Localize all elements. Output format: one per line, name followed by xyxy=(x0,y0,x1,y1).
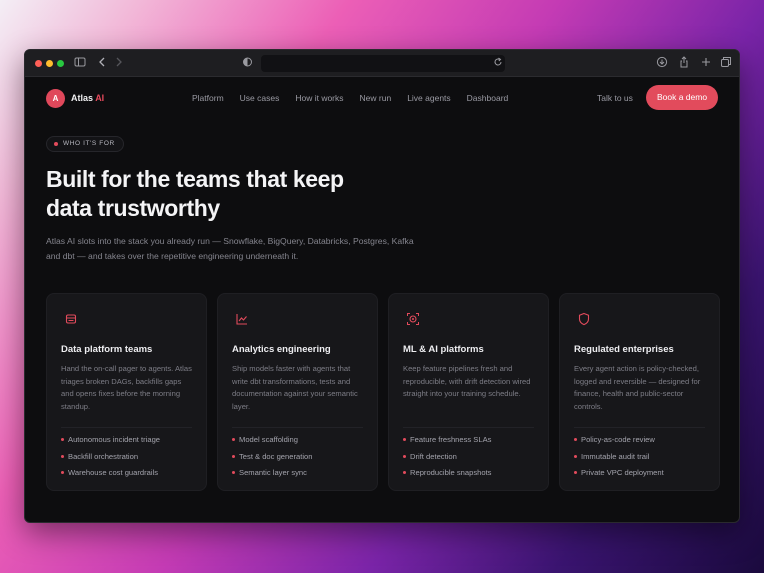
hero-title: Built for the teams that keep data trust… xyxy=(46,166,344,221)
bullet-dot xyxy=(403,454,406,458)
list-item: Backfill orchestration xyxy=(61,452,160,469)
minimize-window-button[interactable] xyxy=(46,60,53,67)
list-item: Private VPC deployment xyxy=(574,468,664,485)
nav-link-dashboard[interactable]: Dashboard xyxy=(467,93,509,103)
page-content: A Atlas AI Platform Use cases How it wor… xyxy=(25,77,739,522)
reload-icon[interactable] xyxy=(493,56,503,71)
sidebar-toggle-icon[interactable] xyxy=(74,56,86,71)
talk-to-us-link[interactable]: Talk to us xyxy=(597,93,633,103)
list-item: Immutable audit trail xyxy=(574,452,664,469)
list-item: Autonomous incident triage xyxy=(61,435,160,452)
nav-links: Platform Use cases How it works New run … xyxy=(192,93,524,103)
nav-link-how-it-works[interactable]: How it works xyxy=(295,93,343,103)
bullet-dot xyxy=(232,438,235,441)
list-item-label: Immutable audit trail xyxy=(581,451,650,461)
bullet-dot xyxy=(403,438,406,441)
list-item: Model scaffolding xyxy=(232,435,312,452)
list-item-label: Model scaffolding xyxy=(239,435,298,444)
card-title: Data platform teams xyxy=(61,344,153,355)
section-eyebrow: WHO IT'S FOR xyxy=(46,136,124,152)
line-chart-icon xyxy=(235,312,249,326)
card-feature-list: Feature freshness SLAs Drift detection R… xyxy=(403,435,491,485)
forward-icon[interactable] xyxy=(114,56,124,71)
list-item: Drift detection xyxy=(403,452,491,469)
bullet-dot xyxy=(232,454,235,458)
nav-link-platform[interactable]: Platform xyxy=(192,93,224,103)
list-item-label: Private VPC deployment xyxy=(581,468,664,477)
nav-link-use-cases[interactable]: Use cases xyxy=(240,93,280,103)
list-item: Semantic layer sync xyxy=(232,468,312,485)
audience-cards: Data platform teams Hand the on-call pag… xyxy=(46,293,720,491)
browser-window: A Atlas AI Platform Use cases How it wor… xyxy=(24,49,740,523)
hero-subtitle: Atlas AI slots into the stack you alread… xyxy=(46,236,414,261)
list-item: Policy-as-code review xyxy=(574,435,664,452)
top-nav: A Atlas AI Platform Use cases How it wor… xyxy=(25,77,739,121)
card-divider xyxy=(574,427,705,428)
list-item-label: Policy-as-code review xyxy=(581,435,655,444)
bullet-dot xyxy=(574,438,577,441)
card-divider xyxy=(61,427,192,428)
card-title: Regulated enterprises xyxy=(574,344,674,355)
card-description: Hand the on-call pager to agents. Atlas … xyxy=(61,364,192,411)
bullet-dot xyxy=(232,471,235,474)
shield-icon xyxy=(577,312,591,326)
card-description: Every agent action is policy-checked, lo… xyxy=(574,364,701,411)
list-item-label: Backfill orchestration xyxy=(68,451,139,461)
database-icon xyxy=(64,312,78,326)
bullet-dot xyxy=(61,454,64,458)
card-description: Keep feature pipelines fresh and reprodu… xyxy=(403,364,531,399)
back-icon[interactable] xyxy=(97,56,107,71)
card-title: ML & AI platforms xyxy=(403,344,484,355)
list-item-label: Semantic layer sync xyxy=(239,468,307,477)
card-feature-list: Model scaffolding Test & doc generation … xyxy=(232,435,312,485)
card-title: Analytics engineering xyxy=(232,344,331,355)
list-item: Reproducible snapshots xyxy=(403,468,491,485)
brain-target-icon xyxy=(406,312,420,326)
list-item: Warehouse cost guardrails xyxy=(61,468,160,485)
bullet-dot xyxy=(574,454,577,458)
list-item-label: Autonomous incident triage xyxy=(68,435,161,444)
card-description: Ship models faster with agents that writ… xyxy=(232,364,358,411)
card-analytics-engineering[interactable]: Analytics engineering Ship models faster… xyxy=(217,293,378,491)
card-regulated-enterprises[interactable]: Regulated enterprises Every agent action… xyxy=(559,293,720,491)
bullet-dot xyxy=(61,438,64,441)
eyebrow-text: WHO IT'S FOR xyxy=(63,140,115,147)
bullet-dot xyxy=(574,471,577,474)
eyebrow-dot xyxy=(54,142,58,146)
card-divider xyxy=(232,427,363,428)
list-item: Feature freshness SLAs xyxy=(403,435,491,452)
brand-text: Atlas xyxy=(71,93,94,103)
card-data-platform-teams[interactable]: Data platform teams Hand the on-call pag… xyxy=(46,293,207,491)
brand-accent: AI xyxy=(95,93,105,103)
list-item-label: Reproducible snapshots xyxy=(410,468,492,477)
tab-overview-icon[interactable] xyxy=(720,56,732,71)
privacy-shield-icon[interactable] xyxy=(242,56,253,71)
list-item-label: Feature freshness SLAs xyxy=(410,435,492,444)
new-tab-icon[interactable] xyxy=(700,56,712,71)
nav-link-new-run[interactable]: New run xyxy=(360,93,392,103)
list-item-label: Drift detection xyxy=(410,451,457,461)
bullet-dot xyxy=(61,471,64,474)
list-item-label: Test & doc generation xyxy=(239,451,313,461)
card-feature-list: Autonomous incident triage Backfill orch… xyxy=(61,435,160,485)
browser-titlebar xyxy=(25,50,739,77)
bullet-dot xyxy=(403,471,406,474)
close-window-button[interactable] xyxy=(35,60,42,67)
share-icon[interactable] xyxy=(678,56,690,71)
list-item-label: Warehouse cost guardrails xyxy=(68,468,159,477)
book-demo-button[interactable]: Book a demo xyxy=(646,85,718,110)
card-ml-ai-platforms[interactable]: ML & AI platforms Keep feature pipelines… xyxy=(388,293,549,491)
maximize-window-button[interactable] xyxy=(57,60,64,67)
card-divider xyxy=(403,427,534,428)
nav-link-live-agents[interactable]: Live agents xyxy=(407,93,450,103)
address-bar[interactable] xyxy=(261,55,505,72)
list-item: Test & doc generation xyxy=(232,452,312,469)
logo-badge[interactable]: A xyxy=(46,89,65,108)
brand-name[interactable]: Atlas AI xyxy=(71,93,104,103)
card-feature-list: Policy-as-code review Immutable audit tr… xyxy=(574,435,664,485)
download-icon[interactable] xyxy=(656,56,668,71)
